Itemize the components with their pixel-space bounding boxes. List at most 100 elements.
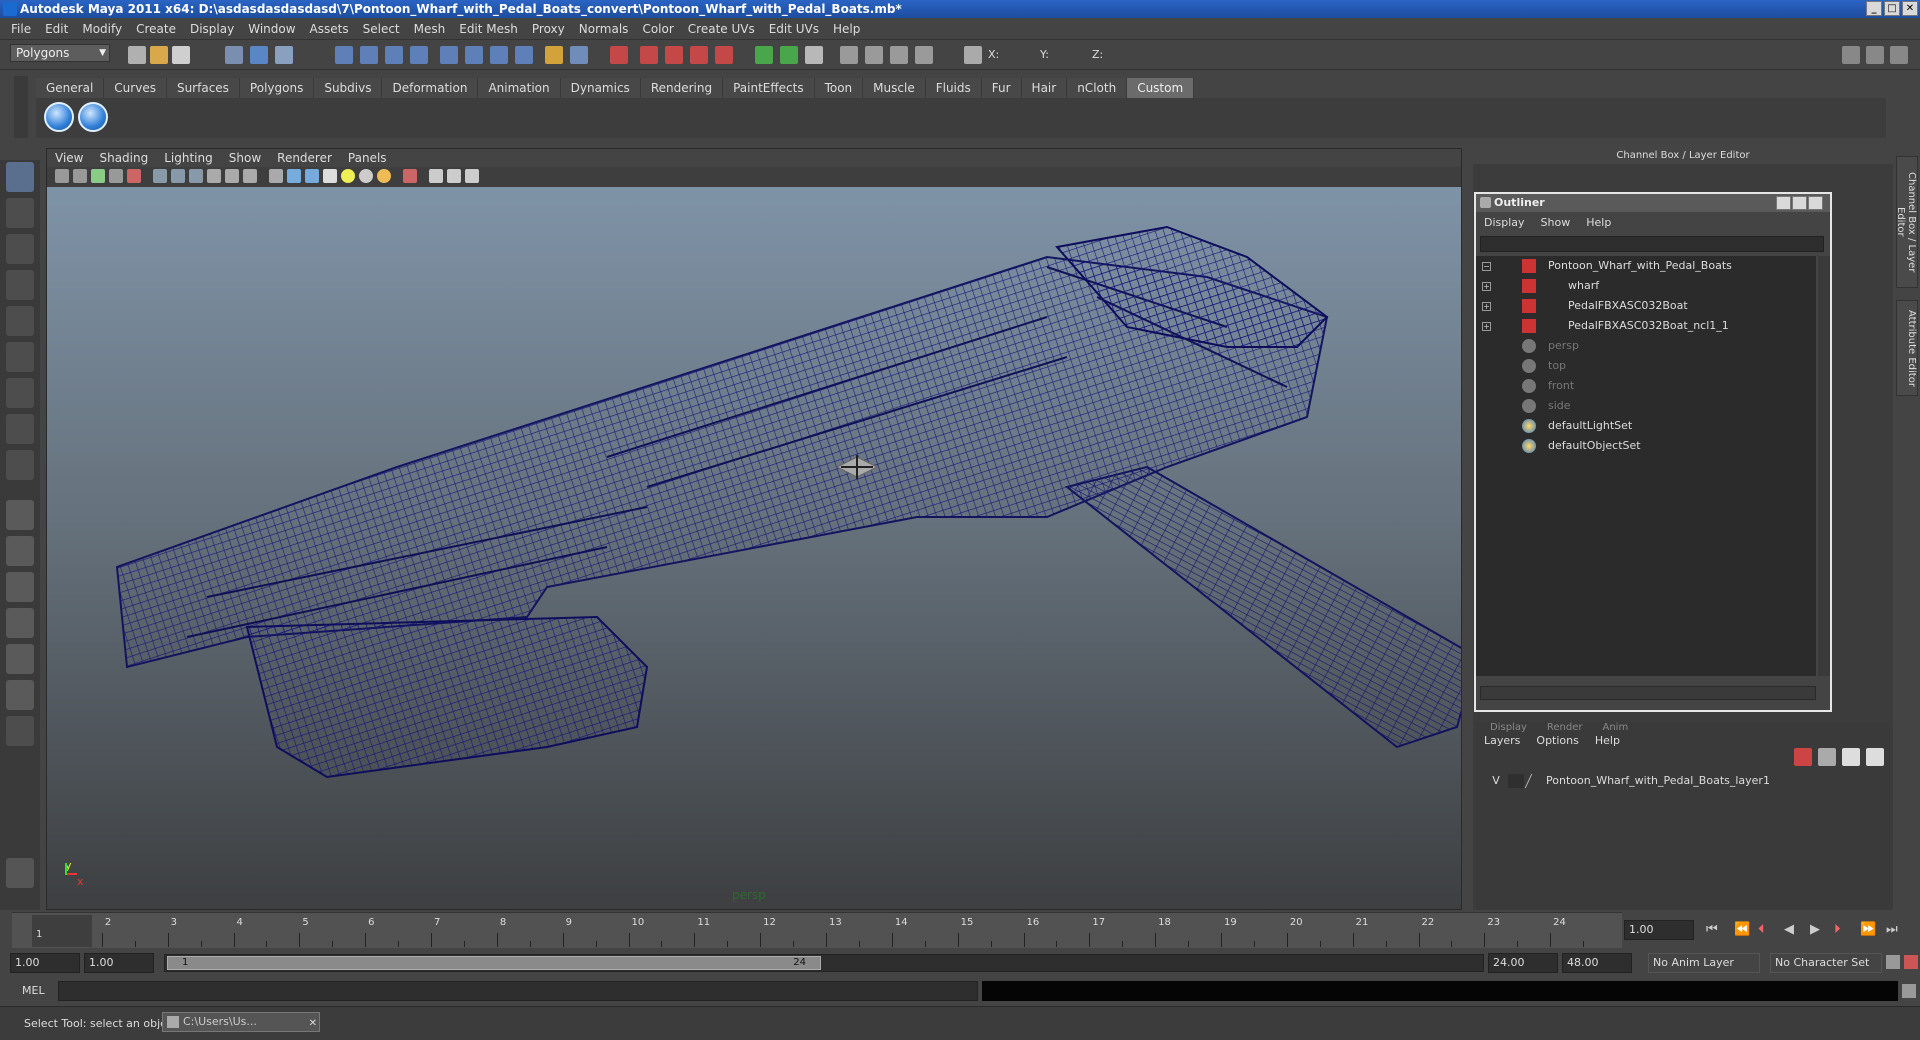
command-input[interactable] [58,981,978,1001]
layer-visibility-toggle[interactable]: V [1488,772,1504,790]
isolate-icon[interactable] [243,169,257,183]
collapse-icon[interactable]: − [1482,262,1491,271]
image-plane-icon[interactable] [109,169,123,183]
lasso-tool-icon[interactable] [6,198,34,228]
shelf-tab-curves[interactable]: Curves [104,78,167,98]
viewport-menu-panels[interactable]: Panels [340,151,395,165]
persp-outliner-layout-icon[interactable] [6,572,34,602]
step-back-frame-icon[interactable]: ⏴ [1758,922,1765,937]
new-scene-icon[interactable] [128,46,146,64]
outliner-menu-show[interactable]: Show [1533,216,1579,229]
outliner-horizontal-scrollbar[interactable] [1480,686,1816,700]
relative-transform-icon[interactable] [805,46,823,64]
outliner-vertical-scrollbar[interactable] [1818,256,1830,676]
layer-color-swatch[interactable] [1524,774,1544,788]
script-editor-icon[interactable] [1902,984,1916,998]
render-settings-icon[interactable] [665,46,683,64]
hypershade-icon[interactable] [690,46,708,64]
move-tool-icon[interactable] [6,270,34,300]
ipr-render-icon[interactable] [640,46,658,64]
attribute-editor-toggle-icon[interactable] [1866,46,1884,64]
minimize-button[interactable]: _ [1866,1,1882,16]
step-forward-key-icon[interactable]: ⏩ [1860,922,1876,937]
shelf-tab-polygons[interactable]: Polygons [239,78,315,98]
playback-end-field[interactable]: 24.00 [1488,953,1558,973]
persp-graph-layout-icon[interactable] [6,608,34,638]
character-set-dropdown[interactable]: No Character Set [1770,953,1882,973]
menu-normals[interactable]: Normals [572,22,636,36]
maximize-button[interactable]: □ [1884,1,1900,16]
selection-mask-icon[interactable] [570,46,588,64]
menu-help[interactable]: Help [826,22,867,36]
shelf-tab-rendering[interactable]: Rendering [640,78,724,98]
minimized-window-item[interactable]: C:\Users\Us... ✕ [162,1012,320,1032]
last-tool-icon[interactable] [6,450,34,480]
play-forward-icon[interactable]: ▶ [1810,922,1820,937]
paint-brush-icon[interactable] [6,858,34,888]
shelf-tab-surfaces[interactable]: Surfaces [166,78,240,98]
absolute-transform-icon[interactable] [780,46,798,64]
go-to-start-icon[interactable]: ⏮ [1706,922,1718,937]
layer-menu-layers[interactable]: Layers [1476,734,1528,747]
layer-move-up-icon[interactable] [1842,748,1860,766]
shelf-menu-handle[interactable] [14,76,28,138]
layout-options-icon[interactable] [6,716,34,746]
go-to-end-icon[interactable]: ⏭ [1886,922,1898,937]
shelf-tab-fluids[interactable]: Fluids [925,78,982,98]
playback-start-field[interactable]: 1.00 [84,953,154,973]
outliner-minimize-button[interactable] [1776,196,1791,210]
select-tool-icon[interactable] [6,162,34,192]
shadows-icon[interactable] [269,169,283,183]
scale-tool-icon[interactable] [6,342,34,372]
viewport-menu-shading[interactable]: Shading [91,151,156,165]
close-button[interactable]: ✕ [1902,1,1918,16]
menu-edit-uvs[interactable]: Edit UVs [762,22,826,36]
animation-end-field[interactable]: 48.00 [1562,953,1632,973]
anim-layer-dropdown[interactable]: No Anim Layer [1648,953,1760,973]
outliner-maximize-button[interactable] [1792,196,1807,210]
attribute-editor-side-tab[interactable]: Attribute Editor [1896,300,1918,396]
soft-mod-tool-icon[interactable] [6,414,34,444]
all-lights-icon[interactable] [359,169,373,183]
channel-box-side-tab[interactable]: Channel Box / Layer Editor [1895,156,1918,288]
channel-box-toggle-icon[interactable] [1842,46,1860,64]
layer-menu-help[interactable]: Help [1587,734,1628,747]
wire-on-shaded-icon[interactable] [189,169,203,183]
outliner-menu-help[interactable]: Help [1578,216,1619,229]
wireframe-icon[interactable] [153,169,167,183]
grid-toggle-icon[interactable] [127,169,141,183]
texture-icon[interactable] [225,169,239,183]
select-hierarchy-icon[interactable] [225,46,243,64]
snap-point-icon[interactable] [385,46,403,64]
checkmark-icon[interactable] [44,102,74,132]
save-scene-icon[interactable] [172,46,190,64]
current-time-field[interactable]: 1.00 [1624,920,1694,940]
layer-row[interactable]: V Pontoon_Wharf_with_Pedal_Boats_layer1 [1480,772,1888,790]
history-icon[interactable] [465,46,483,64]
range-slider-handle[interactable]: 1 24 [167,956,821,970]
attribute-editor-icon[interactable] [890,46,908,64]
camera-attributes-icon[interactable] [73,169,87,183]
film-gate-icon[interactable] [429,169,443,183]
viewport-menu-show[interactable]: Show [221,151,269,165]
menu-proxy[interactable]: Proxy [525,22,572,36]
shelf-tab-custom[interactable]: Custom [1127,78,1195,98]
outliner-filter-input[interactable] [1480,236,1824,252]
range-slider-track[interactable]: 1 24 [164,954,1484,972]
manipulator-tool-icon[interactable] [6,378,34,408]
default-light-icon[interactable] [341,169,355,183]
shelf-tab-general[interactable]: General [36,78,105,98]
menu-create-uvs[interactable]: Create UVs [681,22,762,36]
sidebar-toggle-icon[interactable] [840,46,858,64]
xray-icon[interactable] [207,169,221,183]
cube-shaded-icon[interactable] [287,169,301,183]
expand-icon[interactable]: + [1482,322,1491,331]
flat-light-icon[interactable] [377,169,391,183]
construction-icon[interactable] [490,46,508,64]
smooth-shade-icon[interactable] [171,169,185,183]
shelf-tab-dynamics[interactable]: Dynamics [560,78,641,98]
menu-assets[interactable]: Assets [303,22,356,36]
camera-select-icon[interactable] [55,169,69,183]
menu-create[interactable]: Create [129,22,183,36]
input-line-icon[interactable] [755,46,773,64]
